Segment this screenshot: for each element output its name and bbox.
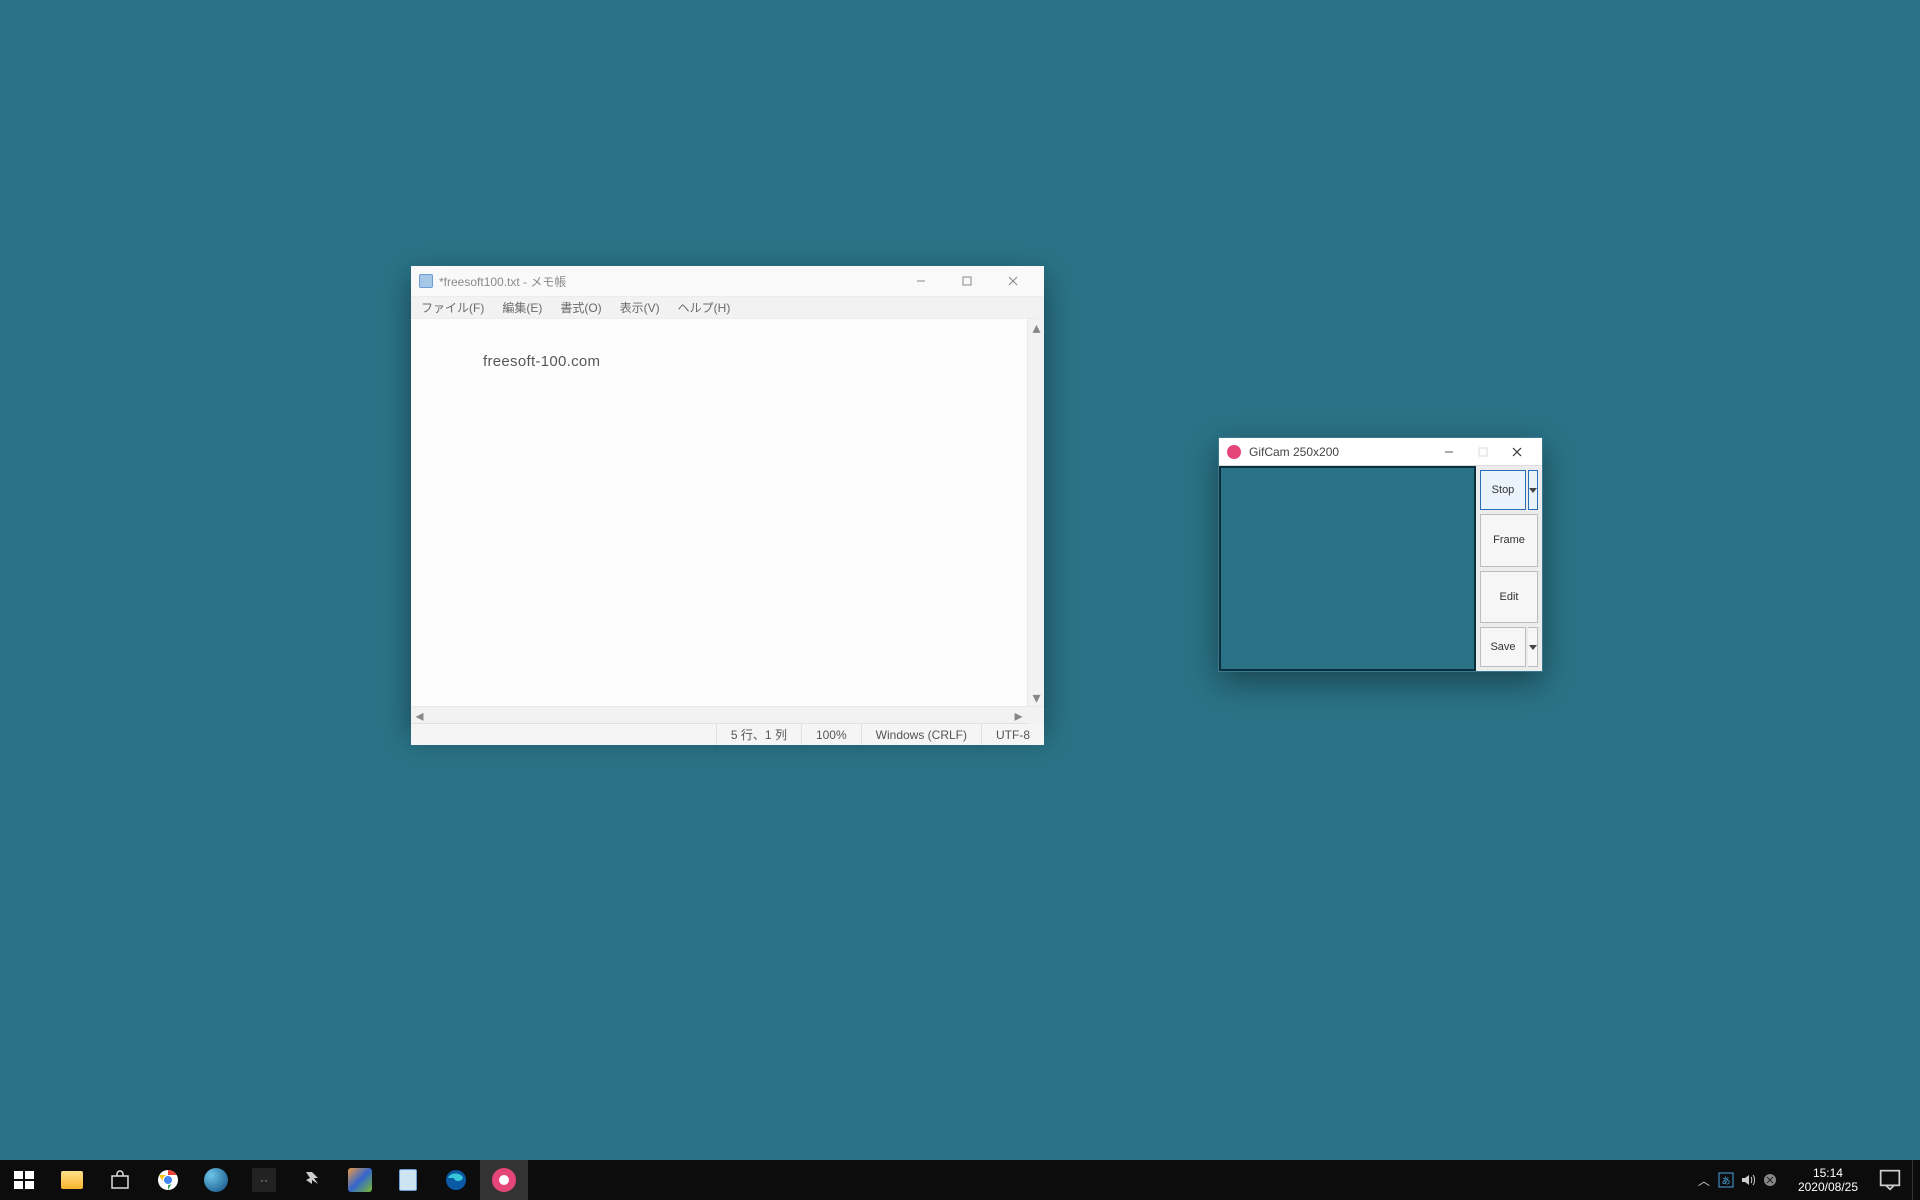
gifcam-panel: Stop Frame Edit Save	[1476, 466, 1542, 671]
menu-file[interactable]: ファイル(F)	[421, 299, 484, 316]
store-icon	[108, 1168, 132, 1192]
notepad-body: freesoft-100.com ▴ ▾	[411, 319, 1044, 706]
taskbar-gifcam[interactable]	[480, 1160, 528, 1200]
frame-button[interactable]: Frame	[1480, 514, 1538, 567]
menu-help[interactable]: ヘルプ(H)	[678, 299, 731, 316]
taskbar-notepad[interactable]	[384, 1160, 432, 1200]
close-button[interactable]	[1500, 438, 1534, 466]
taskbar-explorer[interactable]	[48, 1160, 96, 1200]
chrome-icon	[156, 1168, 180, 1192]
notepad-title: *freesoft100.txt - メモ帳	[439, 273, 898, 290]
taskbar-app-blue[interactable]	[192, 1160, 240, 1200]
app-icon	[348, 1168, 372, 1192]
folder-icon	[61, 1171, 83, 1189]
notepad-menubar: ファイル(F) 編集(E) 書式(O) 表示(V) ヘルプ(H)	[411, 296, 1044, 319]
clock-date: 2020/08/25	[1798, 1180, 1858, 1194]
action-center-button[interactable]	[1868, 1160, 1912, 1200]
tray-ime-icon[interactable]: あ	[1716, 1170, 1736, 1190]
gifcam-titlebar[interactable]: GifCam 250x200	[1219, 438, 1542, 466]
status-position: 5 行、1 列	[716, 724, 801, 745]
app-icon: ··	[252, 1168, 276, 1192]
notepad-statusbar: 5 行、1 列 100% Windows (CRLF) UTF-8	[411, 723, 1044, 745]
scroll-up-icon[interactable]: ▴	[1028, 319, 1044, 336]
tray-chevron-up-icon[interactable]: ︿	[1694, 1170, 1714, 1190]
notepad-icon	[399, 1169, 417, 1191]
scroll-left-icon[interactable]: ◂	[411, 707, 428, 724]
maximize-button	[1466, 438, 1500, 466]
svg-text:あ: あ	[1721, 1176, 1730, 1186]
taskbar-chrome[interactable]	[144, 1160, 192, 1200]
gifcam-window: GifCam 250x200 Stop Frame Edit Save	[1218, 437, 1543, 672]
minimize-button[interactable]	[898, 266, 944, 296]
window-controls	[898, 266, 1036, 296]
notepad-app-icon	[419, 274, 433, 288]
taskbar-right: ︿ あ 15:14 2020/08/25	[1686, 1160, 1920, 1200]
menu-format[interactable]: 書式(O)	[560, 299, 601, 316]
notepad-titlebar[interactable]: *freesoft100.txt - メモ帳	[411, 266, 1044, 296]
edit-button[interactable]: Edit	[1480, 571, 1538, 624]
record-dropdown-icon[interactable]	[1528, 470, 1538, 510]
bat-icon	[300, 1168, 324, 1192]
gifcam-app-icon	[1227, 445, 1241, 459]
status-zoom: 100%	[801, 724, 861, 745]
tray-volume-icon[interactable]	[1738, 1170, 1758, 1190]
taskbar-app-bat[interactable]	[288, 1160, 336, 1200]
edge-icon	[444, 1168, 468, 1192]
status-encoding: UTF-8	[981, 724, 1044, 745]
menu-edit[interactable]: 編集(E)	[502, 299, 542, 316]
horizontal-scrollbar[interactable]: ◂ ▸	[411, 706, 1044, 723]
notification-icon	[1878, 1168, 1902, 1192]
windows-icon	[12, 1168, 36, 1192]
taskbar: ·· ︿ あ 15:14 2020/08/25	[0, 1160, 1920, 1200]
gifcam-icon	[492, 1168, 516, 1192]
record-button[interactable]: Stop	[1480, 470, 1526, 510]
taskbar-clock[interactable]: 15:14 2020/08/25	[1788, 1160, 1868, 1200]
minimize-button[interactable]	[1432, 438, 1466, 466]
maximize-button[interactable]	[944, 266, 990, 296]
taskbar-store[interactable]	[96, 1160, 144, 1200]
notepad-window: *freesoft100.txt - メモ帳 ファイル(F) 編集(E) 書式(…	[411, 266, 1044, 727]
scroll-corner	[1027, 707, 1044, 724]
taskbar-app-color[interactable]	[336, 1160, 384, 1200]
circle-icon	[204, 1168, 228, 1192]
taskbar-edge[interactable]	[432, 1160, 480, 1200]
scroll-down-icon[interactable]: ▾	[1028, 689, 1044, 706]
taskbar-app-dark[interactable]: ··	[240, 1160, 288, 1200]
save-dropdown-icon[interactable]	[1528, 627, 1538, 667]
vertical-scrollbar[interactable]: ▴ ▾	[1027, 319, 1044, 706]
status-eol: Windows (CRLF)	[861, 724, 981, 745]
show-desktop-button[interactable]	[1912, 1160, 1920, 1200]
system-tray: ︿ あ	[1686, 1160, 1788, 1200]
scroll-right-icon[interactable]: ▸	[1010, 707, 1027, 724]
gifcam-body: Stop Frame Edit Save	[1219, 466, 1542, 671]
gifcam-capture-area[interactable]	[1219, 466, 1476, 671]
gifcam-title: GifCam 250x200	[1249, 445, 1432, 459]
clock-time: 15:14	[1813, 1166, 1843, 1180]
start-button[interactable]	[0, 1160, 48, 1200]
menu-view[interactable]: 表示(V)	[620, 299, 660, 316]
notepad-textarea[interactable]: freesoft-100.com	[411, 319, 1044, 370]
save-button[interactable]: Save	[1480, 627, 1526, 667]
tray-app-icon[interactable]	[1760, 1170, 1780, 1190]
close-button[interactable]	[990, 266, 1036, 296]
